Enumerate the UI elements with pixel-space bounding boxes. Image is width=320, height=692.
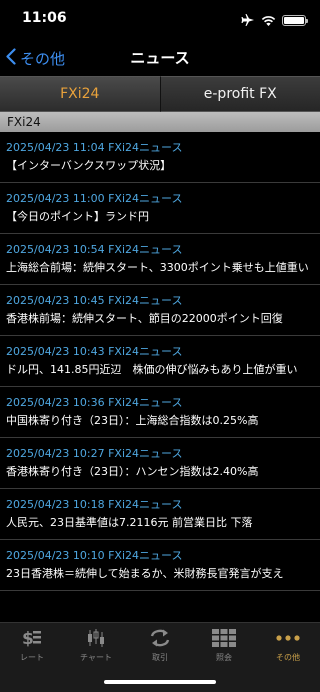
news-title: 香港株前場：続伸スタート、節目の22000ポイント回復 bbox=[6, 312, 283, 325]
tabbar-label: 照会 bbox=[216, 653, 232, 662]
tabbar-label: レート bbox=[20, 653, 44, 662]
provider-tabs: FXi24 e-profit FX bbox=[0, 76, 320, 112]
news-meta: 2025/04/23 10:54 FXi24ニュース bbox=[6, 243, 183, 256]
tabbar-item-chart[interactable]: チャート bbox=[64, 623, 128, 665]
news-meta: 2025/04/23 11:04 FXi24ニュース bbox=[6, 141, 183, 154]
news-meta: 2025/04/23 10:45 FXi24ニュース bbox=[6, 294, 183, 307]
tab-e-profit-fx[interactable]: e-profit FX bbox=[160, 76, 320, 112]
news-meta: 2025/04/23 10:27 FXi24ニュース bbox=[6, 447, 183, 460]
list-item[interactable]: 2025/04/23 10:36 FXi24ニュース 中国株寄り付き（23日）：… bbox=[0, 387, 320, 438]
list-item[interactable]: 2025/04/23 10:27 FXi24ニュース 香港株寄り付き（23日）：… bbox=[0, 438, 320, 489]
news-meta: 2025/04/23 10:18 FXi24ニュース bbox=[6, 498, 183, 511]
news-title: 人民元、23日基準値は7.2116元 前営業日比 下落 bbox=[6, 516, 253, 529]
wifi-icon bbox=[261, 11, 276, 30]
battery-icon bbox=[282, 15, 308, 26]
list-item[interactable]: 2025/04/23 10:18 FXi24ニュース 人民元、23日基準値は7.… bbox=[0, 489, 320, 540]
tabbar-item-more[interactable]: その他 bbox=[256, 623, 320, 665]
tabbar-item-trade[interactable]: 取引 bbox=[128, 623, 192, 665]
bottom-tab-bar: $ レート チャート 取引 照会 その他 bbox=[0, 622, 320, 692]
news-meta: 2025/04/23 10:10 FXi24ニュース bbox=[6, 549, 183, 562]
tabbar-label: その他 bbox=[276, 653, 300, 662]
tabbar-label: 取引 bbox=[152, 653, 168, 662]
tab-fxi24[interactable]: FXi24 bbox=[0, 76, 161, 112]
svg-text:$: $ bbox=[22, 629, 34, 649]
news-title: 香港株寄り付き（23日）：ハンセン指数は2.40%高 bbox=[6, 465, 259, 478]
grid-icon bbox=[212, 627, 236, 649]
status-icons bbox=[241, 11, 308, 30]
tabbar-label: チャート bbox=[80, 653, 112, 662]
news-meta: 2025/04/23 11:00 FXi24ニュース bbox=[6, 192, 183, 205]
list-item[interactable]: 2025/04/23 10:45 FXi24ニュース 香港株前場：続伸スタート、… bbox=[0, 285, 320, 336]
nav-bar: その他 ニュース bbox=[0, 40, 320, 76]
list-item[interactable]: 2025/04/23 10:43 FXi24ニュース ドル円、141.85円近辺… bbox=[0, 336, 320, 387]
list-item[interactable]: 2025/04/23 10:10 FXi24ニュース 23日香港株＝続伸して始ま… bbox=[0, 540, 320, 591]
page-title: ニュース bbox=[130, 49, 190, 67]
list-item[interactable]: 2025/04/23 11:00 FXi24ニュース 【今日のポイント】ランド円 bbox=[0, 183, 320, 234]
news-title: 【今日のポイント】ランド円 bbox=[6, 210, 149, 223]
tabbar-item-rate[interactable]: $ レート bbox=[0, 623, 64, 665]
news-title: ドル円、141.85円近辺 株価の伸び悩みもあり上値が重い bbox=[6, 363, 298, 376]
dollar-icon: $ bbox=[21, 627, 43, 649]
airplane-icon bbox=[241, 11, 255, 30]
tabbar-item-inquiry[interactable]: 照会 bbox=[192, 623, 256, 665]
status-bar: 11:06 bbox=[0, 0, 320, 40]
section-header: FXi24 bbox=[0, 112, 320, 132]
status-time: 11:06 bbox=[22, 10, 67, 26]
news-title: 【インターバンクスワップ状況】 bbox=[6, 159, 172, 172]
candlestick-icon bbox=[86, 627, 106, 649]
list-item[interactable]: 2025/04/23 10:54 FXi24ニュース 上海総合前場：続伸スタート… bbox=[0, 234, 320, 285]
news-list[interactable]: 2025/04/23 11:04 FXi24ニュース 【インターバンクスワップ状… bbox=[0, 132, 320, 622]
news-title: 中国株寄り付き（23日）：上海総合指数は0.25%高 bbox=[6, 414, 259, 427]
more-icon bbox=[276, 627, 300, 649]
news-title: 23日香港株＝続伸して始まるか、米財務長官発言が支え bbox=[6, 567, 284, 580]
home-indicator[interactable] bbox=[104, 680, 216, 684]
news-title: 上海総合前場：続伸スタート、3300ポイント乗せも上値重い bbox=[6, 261, 309, 274]
list-item[interactable]: 2025/04/23 11:04 FXi24ニュース 【インターバンクスワップ状… bbox=[0, 132, 320, 183]
news-meta: 2025/04/23 10:36 FXi24ニュース bbox=[6, 396, 183, 409]
news-meta: 2025/04/23 10:43 FXi24ニュース bbox=[6, 345, 183, 358]
exchange-icon bbox=[149, 627, 171, 649]
